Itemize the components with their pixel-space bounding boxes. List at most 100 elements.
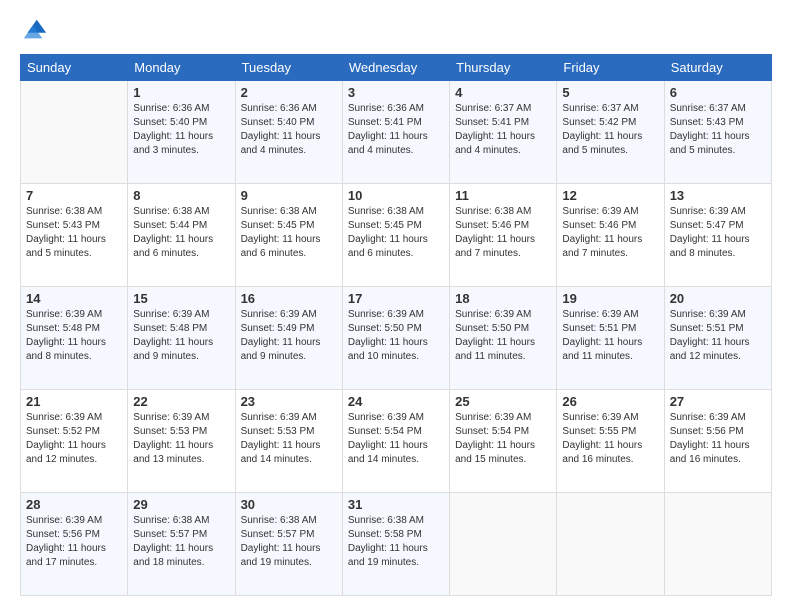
- day-number: 21: [26, 394, 122, 409]
- calendar-cell: [664, 493, 771, 596]
- day-number: 20: [670, 291, 766, 306]
- day-info: Sunrise: 6:39 AM Sunset: 5:55 PM Dayligh…: [562, 411, 658, 467]
- day-info: Sunrise: 6:38 AM Sunset: 5:57 PM Dayligh…: [241, 514, 337, 570]
- calendar-cell: 21 Sunrise: 6:39 AM Sunset: 5:52 PM Dayli…: [21, 390, 128, 493]
- calendar-cell: 7 Sunrise: 6:38 AM Sunset: 5:43 PM Daylig…: [21, 184, 128, 287]
- calendar-cell: 3 Sunrise: 6:36 AM Sunset: 5:41 PM Daylig…: [342, 81, 449, 184]
- calendar-week-2: 14 Sunrise: 6:39 AM Sunset: 5:48 PM Dayli…: [21, 287, 772, 390]
- calendar-cell: 16 Sunrise: 6:39 AM Sunset: 5:49 PM Dayli…: [235, 287, 342, 390]
- day-number: 5: [562, 85, 658, 100]
- day-info: Sunrise: 6:39 AM Sunset: 5:46 PM Dayligh…: [562, 205, 658, 261]
- day-info: Sunrise: 6:39 AM Sunset: 5:54 PM Dayligh…: [455, 411, 551, 467]
- calendar-cell: 8 Sunrise: 6:38 AM Sunset: 5:44 PM Daylig…: [128, 184, 235, 287]
- day-number: 23: [241, 394, 337, 409]
- day-info: Sunrise: 6:37 AM Sunset: 5:42 PM Dayligh…: [562, 102, 658, 158]
- calendar-cell: 28Sunrise: 6:39 AM Sunset: 5:56 PM Dayli…: [21, 493, 128, 596]
- day-number: 18: [455, 291, 551, 306]
- day-info: Sunrise: 6:38 AM Sunset: 5:45 PM Dayligh…: [241, 205, 337, 261]
- day-info: Sunrise: 6:39 AM Sunset: 5:50 PM Dayligh…: [455, 308, 551, 364]
- calendar-cell: 5 Sunrise: 6:37 AM Sunset: 5:42 PM Daylig…: [557, 81, 664, 184]
- day-info: Sunrise: 6:38 AM Sunset: 5:45 PM Dayligh…: [348, 205, 444, 261]
- logo: [20, 16, 52, 44]
- calendar-cell: 19Sunrise: 6:39 AM Sunset: 5:51 PM Dayli…: [557, 287, 664, 390]
- day-number: 16: [241, 291, 337, 306]
- calendar-cell: 26 Sunrise: 6:39 AM Sunset: 5:55 PM Dayli…: [557, 390, 664, 493]
- calendar-cell: 20 Sunrise: 6:39 AM Sunset: 5:51 PM Dayli…: [664, 287, 771, 390]
- day-number: 8: [133, 188, 229, 203]
- day-number: 31: [348, 497, 444, 512]
- day-number: 24: [348, 394, 444, 409]
- day-number: 17: [348, 291, 444, 306]
- calendar-week-1: 7 Sunrise: 6:38 AM Sunset: 5:43 PM Daylig…: [21, 184, 772, 287]
- calendar-cell: 30 Sunrise: 6:38 AM Sunset: 5:57 PM Dayli…: [235, 493, 342, 596]
- day-number: 22: [133, 394, 229, 409]
- day-info: Sunrise: 6:39 AM Sunset: 5:53 PM Dayligh…: [133, 411, 229, 467]
- day-number: 13: [670, 188, 766, 203]
- day-number: 11: [455, 188, 551, 203]
- day-info: Sunrise: 6:36 AM Sunset: 5:40 PM Dayligh…: [241, 102, 337, 158]
- calendar-week-4: 28Sunrise: 6:39 AM Sunset: 5:56 PM Dayli…: [21, 493, 772, 596]
- day-number: 6: [670, 85, 766, 100]
- calendar-cell: 27Sunrise: 6:39 AM Sunset: 5:56 PM Dayli…: [664, 390, 771, 493]
- calendar-cell: 25 Sunrise: 6:39 AM Sunset: 5:54 PM Dayli…: [450, 390, 557, 493]
- day-info: Sunrise: 6:39 AM Sunset: 5:56 PM Dayligh…: [670, 411, 766, 467]
- calendar-header-sunday: Sunday: [21, 55, 128, 81]
- calendar-cell: 18 Sunrise: 6:39 AM Sunset: 5:50 PM Dayli…: [450, 287, 557, 390]
- calendar-cell: 22 Sunrise: 6:39 AM Sunset: 5:53 PM Dayli…: [128, 390, 235, 493]
- calendar-cell: 13Sunrise: 6:39 AM Sunset: 5:47 PM Dayli…: [664, 184, 771, 287]
- calendar-week-0: 1Sunrise: 6:36 AM Sunset: 5:40 PM Daylig…: [21, 81, 772, 184]
- logo-icon: [20, 16, 48, 44]
- day-number: 3: [348, 85, 444, 100]
- calendar-cell: 11 Sunrise: 6:38 AM Sunset: 5:46 PM Dayli…: [450, 184, 557, 287]
- day-info: Sunrise: 6:39 AM Sunset: 5:53 PM Dayligh…: [241, 411, 337, 467]
- day-info: Sunrise: 6:38 AM Sunset: 5:46 PM Dayligh…: [455, 205, 551, 261]
- calendar-header-saturday: Saturday: [664, 55, 771, 81]
- calendar-cell: 12 Sunrise: 6:39 AM Sunset: 5:46 PM Dayli…: [557, 184, 664, 287]
- day-info: Sunrise: 6:39 AM Sunset: 5:51 PM Dayligh…: [670, 308, 766, 364]
- calendar-cell: 17 Sunrise: 6:39 AM Sunset: 5:50 PM Dayli…: [342, 287, 449, 390]
- calendar-header-monday: Monday: [128, 55, 235, 81]
- day-number: 12: [562, 188, 658, 203]
- day-info: Sunrise: 6:36 AM Sunset: 5:40 PM Dayligh…: [133, 102, 229, 158]
- day-number: 14: [26, 291, 122, 306]
- day-number: 7: [26, 188, 122, 203]
- day-info: Sunrise: 6:39 AM Sunset: 5:54 PM Dayligh…: [348, 411, 444, 467]
- day-info: Sunrise: 6:38 AM Sunset: 5:58 PM Dayligh…: [348, 514, 444, 570]
- header: [20, 16, 772, 44]
- day-info: Sunrise: 6:39 AM Sunset: 5:50 PM Dayligh…: [348, 308, 444, 364]
- calendar-cell: [557, 493, 664, 596]
- day-number: 4: [455, 85, 551, 100]
- day-info: Sunrise: 6:38 AM Sunset: 5:43 PM Dayligh…: [26, 205, 122, 261]
- day-info: Sunrise: 6:39 AM Sunset: 5:48 PM Dayligh…: [26, 308, 122, 364]
- day-number: 25: [455, 394, 551, 409]
- day-info: Sunrise: 6:38 AM Sunset: 5:57 PM Dayligh…: [133, 514, 229, 570]
- day-number: 30: [241, 497, 337, 512]
- calendar-cell: 24 Sunrise: 6:39 AM Sunset: 5:54 PM Dayli…: [342, 390, 449, 493]
- day-info: Sunrise: 6:39 AM Sunset: 5:56 PM Dayligh…: [26, 514, 122, 570]
- day-number: 9: [241, 188, 337, 203]
- calendar-cell: 2 Sunrise: 6:36 AM Sunset: 5:40 PM Daylig…: [235, 81, 342, 184]
- day-number: 15: [133, 291, 229, 306]
- calendar-cell: 6 Sunrise: 6:37 AM Sunset: 5:43 PM Daylig…: [664, 81, 771, 184]
- calendar-cell: 14 Sunrise: 6:39 AM Sunset: 5:48 PM Dayli…: [21, 287, 128, 390]
- day-info: Sunrise: 6:38 AM Sunset: 5:44 PM Dayligh…: [133, 205, 229, 261]
- day-info: Sunrise: 6:39 AM Sunset: 5:49 PM Dayligh…: [241, 308, 337, 364]
- calendar-cell: 4 Sunrise: 6:37 AM Sunset: 5:41 PM Daylig…: [450, 81, 557, 184]
- calendar-cell: [21, 81, 128, 184]
- day-info: Sunrise: 6:39 AM Sunset: 5:48 PM Dayligh…: [133, 308, 229, 364]
- calendar-header-row: SundayMondayTuesdayWednesdayThursdayFrid…: [21, 55, 772, 81]
- day-number: 19: [562, 291, 658, 306]
- page: SundayMondayTuesdayWednesdayThursdayFrid…: [0, 0, 792, 612]
- day-info: Sunrise: 6:37 AM Sunset: 5:43 PM Dayligh…: [670, 102, 766, 158]
- calendar-week-3: 21 Sunrise: 6:39 AM Sunset: 5:52 PM Dayli…: [21, 390, 772, 493]
- day-info: Sunrise: 6:39 AM Sunset: 5:52 PM Dayligh…: [26, 411, 122, 467]
- day-info: Sunrise: 6:37 AM Sunset: 5:41 PM Dayligh…: [455, 102, 551, 158]
- day-number: 26: [562, 394, 658, 409]
- day-number: 10: [348, 188, 444, 203]
- day-number: 2: [241, 85, 337, 100]
- calendar-header-tuesday: Tuesday: [235, 55, 342, 81]
- day-info: Sunrise: 6:36 AM Sunset: 5:41 PM Dayligh…: [348, 102, 444, 158]
- calendar-cell: 23 Sunrise: 6:39 AM Sunset: 5:53 PM Dayli…: [235, 390, 342, 493]
- calendar-cell: [450, 493, 557, 596]
- calendar-cell: 29Sunrise: 6:38 AM Sunset: 5:57 PM Dayli…: [128, 493, 235, 596]
